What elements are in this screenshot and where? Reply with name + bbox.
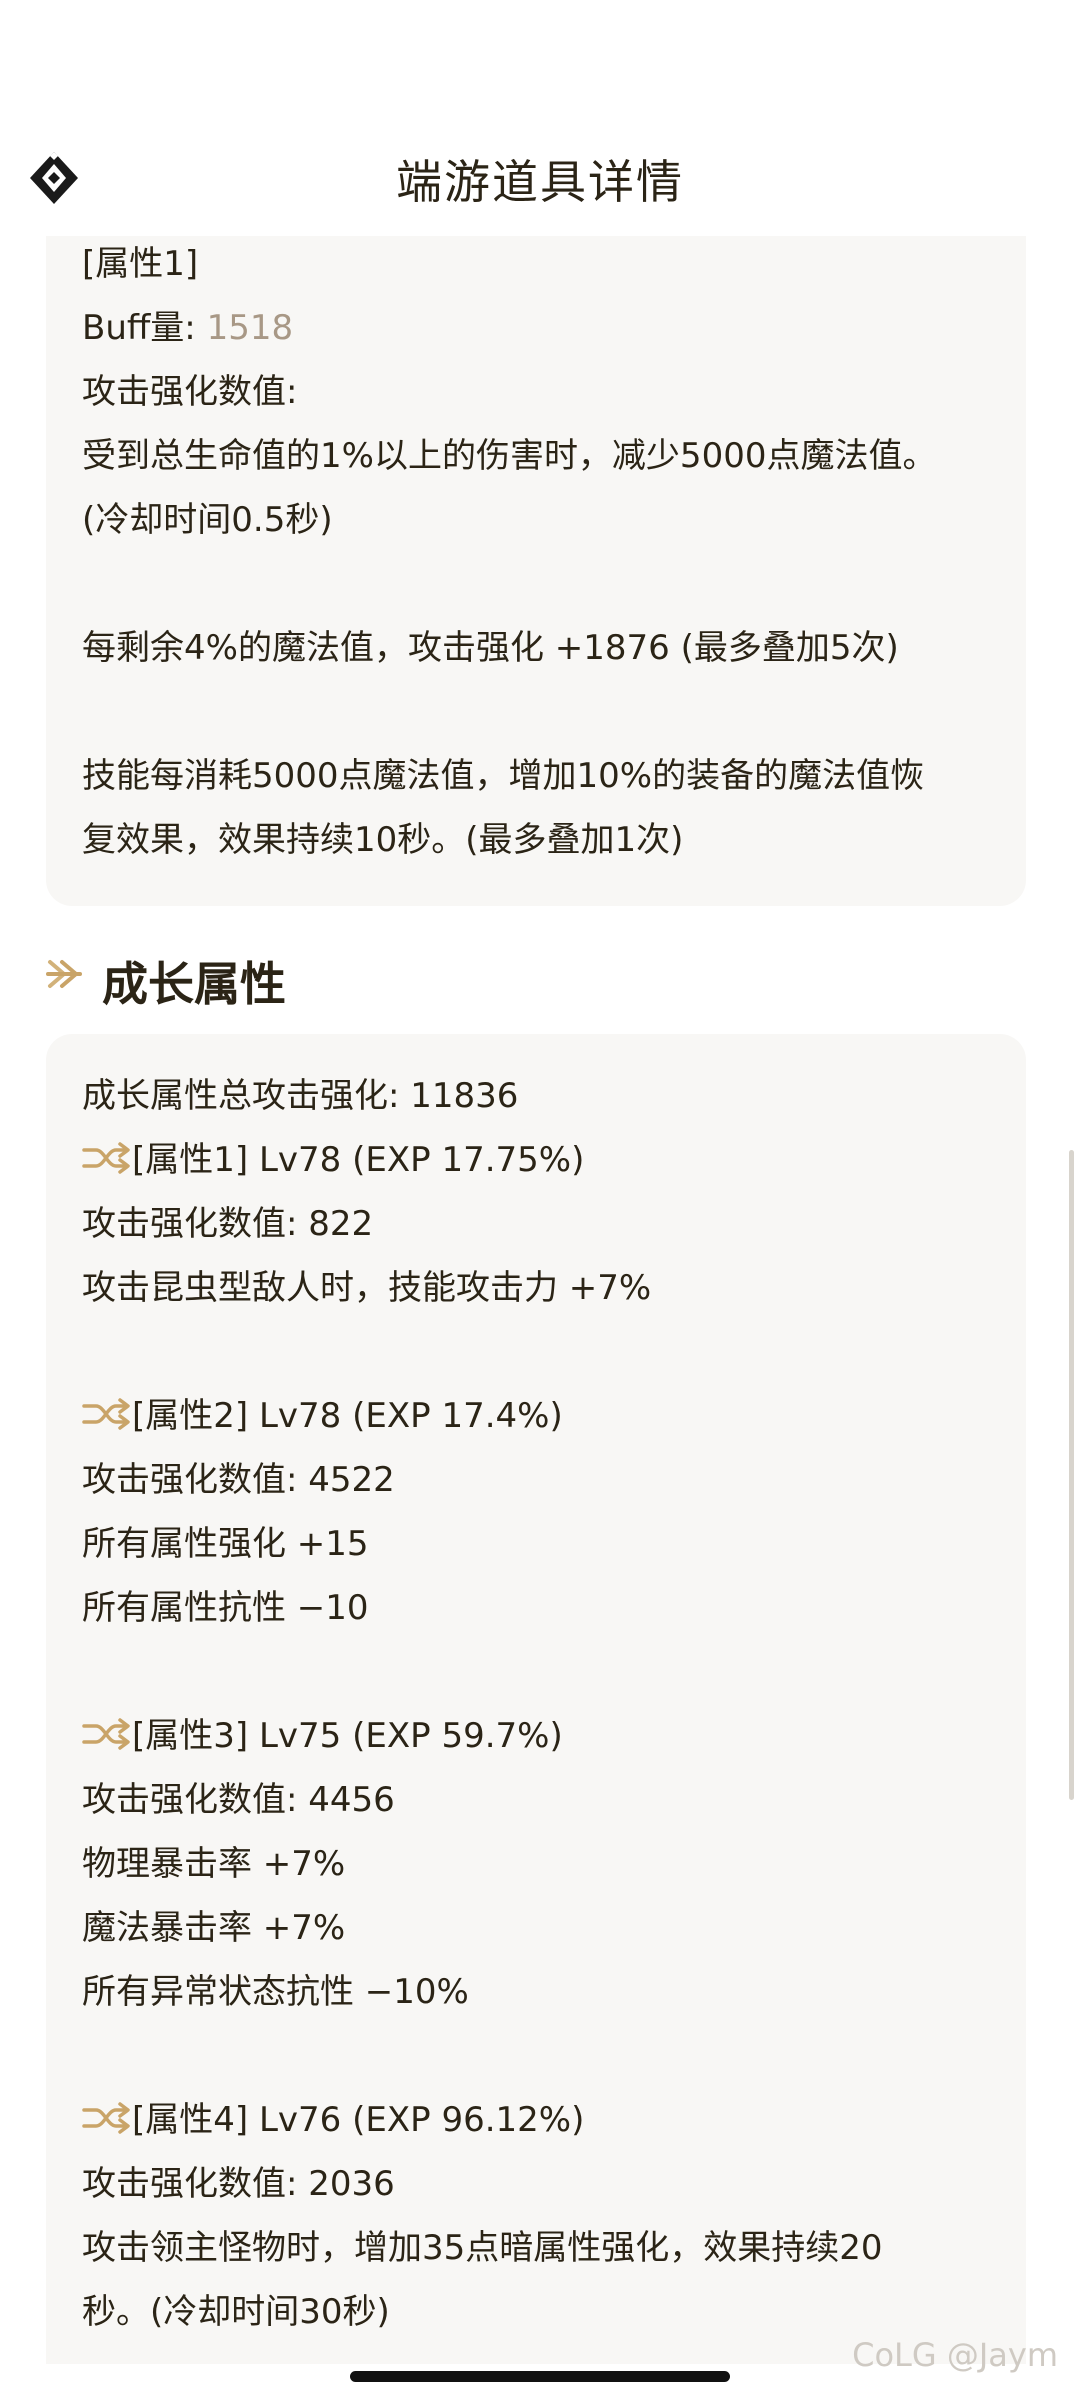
attr-line: 所有属性抗性 −10 bbox=[82, 1588, 369, 1628]
shuffle-icon bbox=[82, 2102, 130, 2134]
header-bar: 端游道具详情 bbox=[0, 0, 1080, 240]
shuffle-icon bbox=[82, 1398, 130, 1430]
growth-attribute-card: 成长属性总攻击强化: 11836 [属性1] Lv78 (EXP 17.75%)… bbox=[46, 1034, 1026, 2364]
attr-header-text: [属性2] Lv78 (EXP 17.4%) bbox=[132, 1396, 563, 1436]
buff-label: Buff量: bbox=[82, 308, 207, 348]
attr-line: 物理暴击率 +7% bbox=[82, 1844, 346, 1884]
effect-line: 复效果，效果持续10秒。(最多叠加1次) bbox=[82, 820, 684, 860]
attr-line: 攻击强化数值: 2036 bbox=[82, 2164, 395, 2204]
effect-line: 受到总生命值的1%以上的伤害时，减少5000点魔法值。 bbox=[82, 436, 937, 476]
page-title: 端游道具详情 bbox=[396, 155, 684, 209]
shuffle-icon bbox=[82, 1142, 130, 1174]
effect-line: (冷却时间0.5秒) bbox=[82, 500, 333, 540]
attack-strength-label: 攻击强化数值: bbox=[82, 372, 298, 412]
attr-header-text: [属性3] Lv75 (EXP 59.7%) bbox=[132, 1716, 563, 1756]
attr-line: 攻击强化数值: 4456 bbox=[82, 1780, 395, 1820]
attr-line: 秒。(冷却时间30秒) bbox=[82, 2292, 390, 2332]
effect-line: 技能每消耗5000点魔法值，增加10%的装备的魔法值恢 bbox=[82, 756, 925, 796]
attr-header: [属性3] Lv75 (EXP 59.7%) bbox=[82, 1714, 563, 1758]
attr-label: [属性1] bbox=[82, 244, 199, 284]
buff-line: Buff量: 1518 bbox=[82, 306, 293, 350]
attr-line: 攻击强化数值: 822 bbox=[82, 1204, 374, 1244]
watermark: CoLG @Jaym bbox=[852, 2336, 1058, 2374]
attr-line: 攻击昆虫型敌人时，技能攻击力 +7% bbox=[82, 1268, 652, 1308]
attr-header: [属性2] Lv78 (EXP 17.4%) bbox=[82, 1394, 563, 1438]
home-indicator[interactable] bbox=[350, 2371, 730, 2382]
attr-header: [属性1] Lv78 (EXP 17.75%) bbox=[82, 1138, 584, 1182]
buff-value: 1518 bbox=[206, 308, 294, 348]
scrollbar[interactable] bbox=[1069, 1150, 1074, 1800]
section-title: 成长属性 bbox=[102, 957, 286, 1011]
attr-header: [属性4] Lv76 (EXP 96.12%) bbox=[82, 2098, 584, 2142]
item-attribute-card: [属性1] Buff量: 1518 攻击强化数值: 受到总生命值的1%以上的伤害… bbox=[46, 236, 1026, 906]
attr-line: 所有属性强化 +15 bbox=[82, 1524, 369, 1564]
shuffle-icon bbox=[82, 1718, 130, 1750]
attr-line: 攻击领主怪物时，增加35点暗属性强化，效果持续20 bbox=[82, 2228, 883, 2268]
attr-line: 攻击强化数值: 4522 bbox=[82, 1460, 395, 1500]
attr-header-text: [属性1] Lv78 (EXP 17.75%) bbox=[132, 1140, 585, 1180]
double-arrow-icon bbox=[46, 960, 82, 988]
attr-line: 所有异常状态抗性 −10% bbox=[82, 1972, 469, 2012]
attr-line: 魔法暴击率 +7% bbox=[82, 1908, 346, 1948]
growth-total: 成长属性总攻击强化: 11836 bbox=[82, 1076, 519, 1116]
effect-line: 每剩余4%的魔法值，攻击强化 +1876 (最多叠加5次) bbox=[82, 628, 899, 668]
attr-header-text: [属性4] Lv76 (EXP 96.12%) bbox=[132, 2100, 585, 2140]
